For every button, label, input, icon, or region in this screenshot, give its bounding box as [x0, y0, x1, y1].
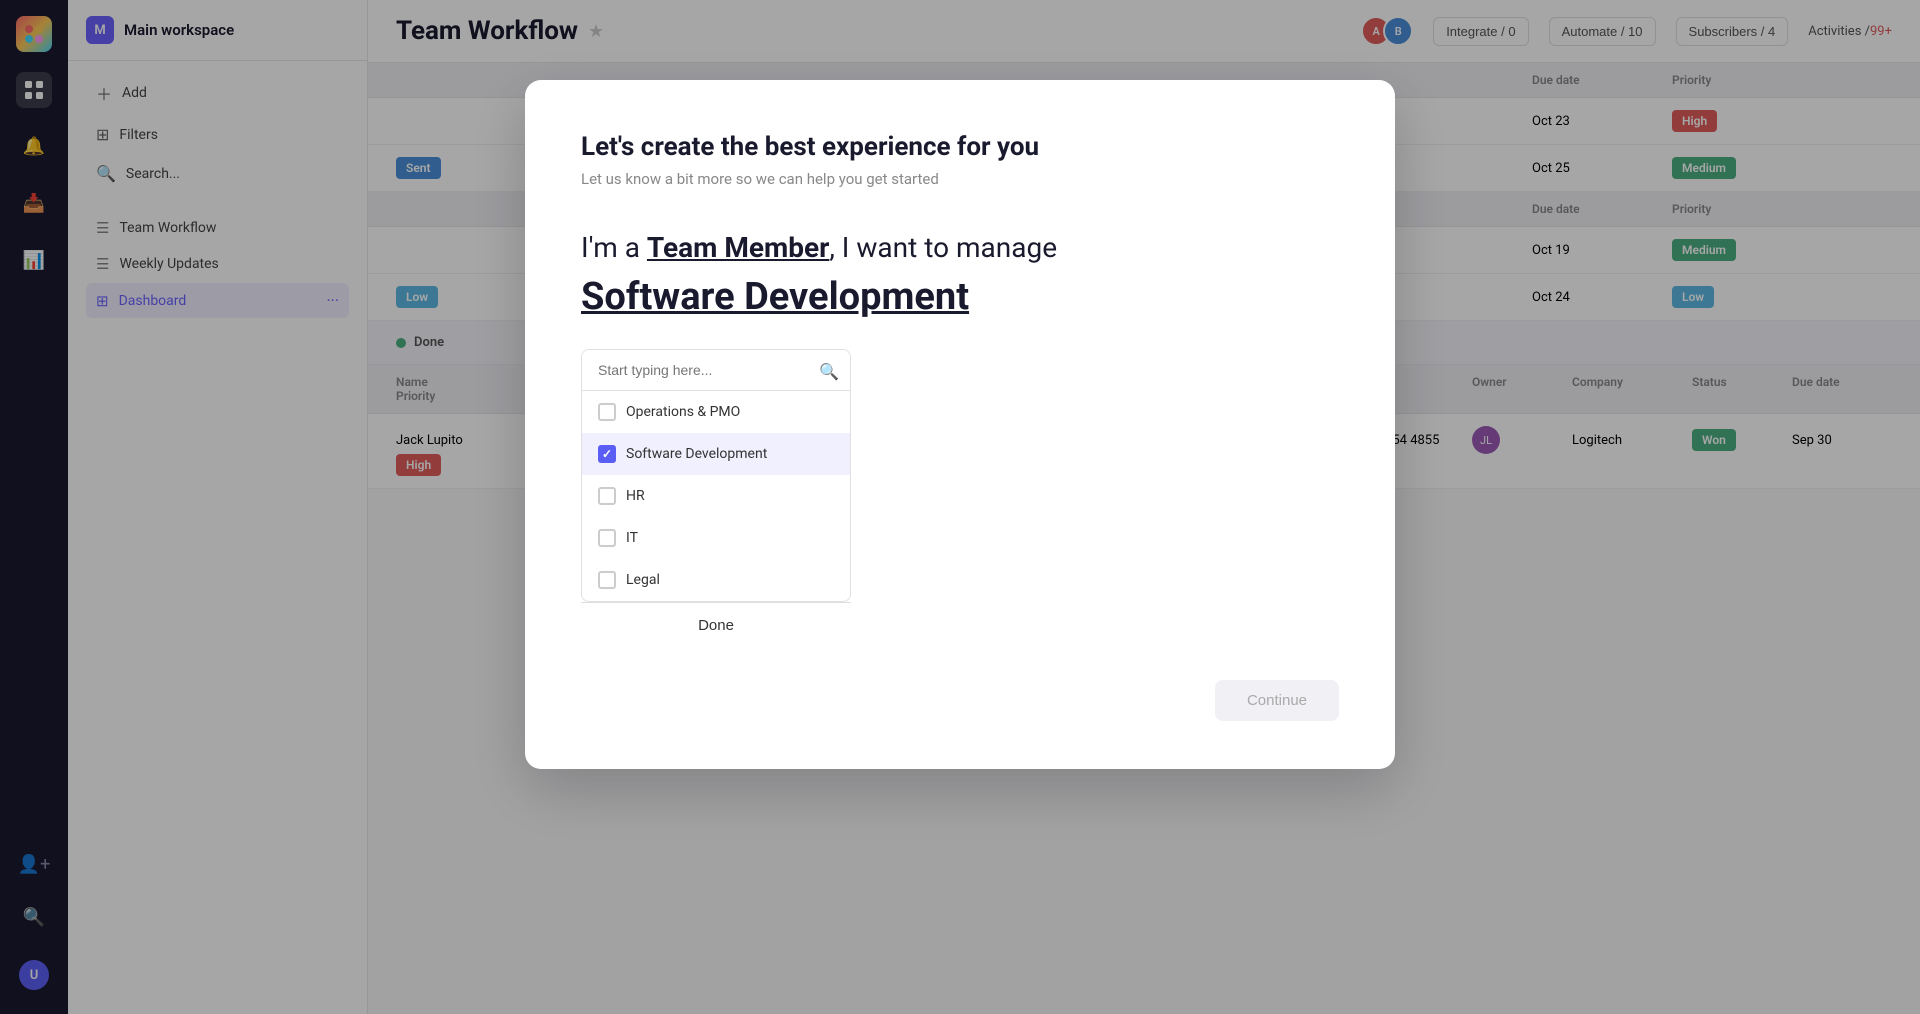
checkbox-it[interactable]	[598, 529, 616, 547]
dropdown-item-software-dev[interactable]: Software Development	[582, 433, 850, 475]
statement-prefix: I'm a	[581, 231, 647, 264]
selected-category: Software Development	[581, 275, 1339, 321]
modal-overlay: Let's create the best experience for you…	[0, 0, 1920, 1014]
checkbox-operations-pmo[interactable]	[598, 403, 616, 421]
dropdown-done-button[interactable]: Done	[581, 602, 851, 648]
dropdown-item-operations-pmo[interactable]: Operations & PMO	[582, 391, 850, 433]
dropdown-label-hr: HR	[626, 488, 645, 504]
continue-button[interactable]: Continue	[1215, 680, 1339, 721]
modal-subtitle: Let us know a bit more so we can help yo…	[581, 170, 1339, 188]
modal-bottom-row: Continue	[581, 680, 1339, 721]
checkbox-software-dev[interactable]	[598, 445, 616, 463]
dropdown-item-it[interactable]: IT	[582, 517, 850, 559]
category-search-input[interactable]	[581, 349, 851, 391]
checkbox-hr[interactable]	[598, 487, 616, 505]
modal-statement: I'm a Team Member, I want to manage	[581, 228, 1339, 267]
search-dropdown-icon: 🔍	[819, 362, 839, 381]
category-dropdown: 🔍 Operations & PMO Software Development …	[581, 349, 851, 648]
category-dropdown-list: Operations & PMO Software Development HR…	[581, 391, 851, 602]
dropdown-label-software-dev: Software Development	[626, 446, 767, 462]
dropdown-label-legal: Legal	[626, 572, 660, 588]
dropdown-item-legal[interactable]: Legal	[582, 559, 850, 601]
statement-suffix: , I want to manage	[829, 231, 1057, 264]
dropdown-item-hr[interactable]: HR	[582, 475, 850, 517]
dropdown-label-it: IT	[626, 530, 638, 546]
role-link[interactable]: Team Member	[647, 231, 829, 264]
checkbox-legal[interactable]	[598, 571, 616, 589]
modal-title: Let's create the best experience for you	[581, 132, 1339, 162]
onboarding-modal: Let's create the best experience for you…	[525, 80, 1395, 769]
dropdown-label-operations-pmo: Operations & PMO	[626, 404, 740, 420]
